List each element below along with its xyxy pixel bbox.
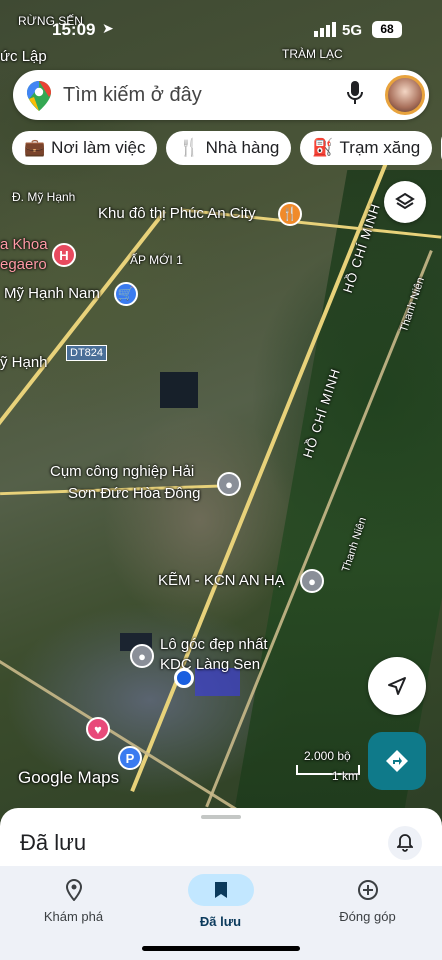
avatar[interactable] — [385, 75, 425, 115]
chip-gas-station[interactable]: ⛽ Trạm xăng — [300, 131, 433, 165]
place-label: a Khoa — [0, 236, 48, 253]
hospital-pin-icon[interactable]: H — [52, 243, 76, 267]
battery-icon: 68 — [372, 21, 402, 38]
tab-saved[interactable]: Đã lưu — [147, 866, 294, 936]
location-pin-icon — [65, 878, 82, 901]
place-label: ỹ Hạnh — [0, 354, 48, 371]
sheet-handle[interactable] — [201, 815, 241, 819]
place-label: KẼM - KCN AN HẠ — [158, 572, 285, 589]
google-maps-logo: Google Maps — [18, 768, 120, 787]
place-label: Mỹ Hạnh Nam — [4, 285, 100, 302]
clock: 15:09 — [52, 20, 96, 39]
network-label: 5G — [342, 22, 363, 39]
place-label: Khu đô thị Phúc An City — [98, 205, 256, 222]
place-label: egaero — [0, 256, 47, 273]
sheet-title: Đã lưu — [20, 830, 87, 855]
scale-label: 1 km — [332, 769, 359, 783]
place-pin-icon[interactable]: ● — [217, 472, 241, 496]
restaurant-pin-icon[interactable]: 🍴 — [278, 202, 302, 226]
home-indicator — [142, 946, 300, 951]
plus-circle-icon — [357, 879, 378, 900]
shopping-pin-icon[interactable]: 🛒 — [114, 282, 138, 306]
gas-pump-icon: ⛽ — [312, 138, 334, 157]
place-label: Đ. Mỹ Hạnh — [12, 190, 76, 204]
microphone-icon[interactable] — [347, 80, 363, 110]
chip-restaurant[interactable]: 🍴 Nhà hàng — [166, 131, 292, 165]
navigation-arrow-icon — [388, 677, 406, 695]
bottom-navigation: Khám phá Đã lưu Đóng góp — [0, 866, 442, 960]
location-arrow-icon: ➤ — [102, 20, 114, 36]
parking-pin-icon[interactable]: P — [118, 746, 142, 770]
bookmark-icon — [187, 873, 254, 906]
search-input[interactable]: Tìm kiếm ở đây — [63, 84, 347, 107]
tab-contribute[interactable]: Đóng góp — [294, 866, 441, 936]
signal-icon — [314, 22, 336, 37]
farmland-area — [232, 170, 442, 820]
place-label: Cụm công nghiệp Hải — [50, 463, 195, 480]
search-bar[interactable]: Tìm kiếm ở đây — [13, 70, 429, 120]
place-label: KDC Làng Sen — [160, 656, 261, 673]
chip-workplace[interactable]: 💼 Nơi làm việc — [12, 131, 158, 165]
place-label: ẤP MỚI 1 — [130, 253, 183, 267]
place-label: Sơn Đức Hòa Đông — [68, 485, 201, 502]
place-pin-icon[interactable]: ● — [130, 644, 154, 668]
status-bar: 15:09 ➤ 5G 68 — [0, 0, 442, 60]
scale-label: 2.000 bộ — [304, 749, 351, 763]
directions-icon — [386, 750, 408, 772]
pond — [160, 372, 198, 408]
place-label: Lô góc đẹp nhất — [160, 636, 268, 653]
heart-pin-icon[interactable]: ♥ — [86, 717, 110, 741]
bell-icon[interactable] — [388, 826, 422, 860]
google-maps-pin-icon — [27, 81, 51, 111]
route-shield: DT824 — [66, 345, 108, 361]
directions-button[interactable] — [368, 732, 426, 790]
current-location-dot — [174, 668, 194, 688]
tab-explore[interactable]: Khám phá — [0, 866, 147, 936]
saved-sheet[interactable]: Đã lưu — [0, 808, 442, 868]
my-location-button[interactable] — [368, 657, 426, 715]
layers-button[interactable] — [384, 181, 426, 223]
fork-knife-icon: 🍴 — [178, 138, 200, 157]
place-pin-icon[interactable]: ● — [300, 569, 324, 593]
briefcase-icon: 💼 — [24, 138, 46, 157]
category-chips: 💼 Nơi làm việc 🍴 Nhà hàng ⛽ Trạm xăng — [12, 131, 442, 165]
layers-icon — [395, 192, 415, 210]
